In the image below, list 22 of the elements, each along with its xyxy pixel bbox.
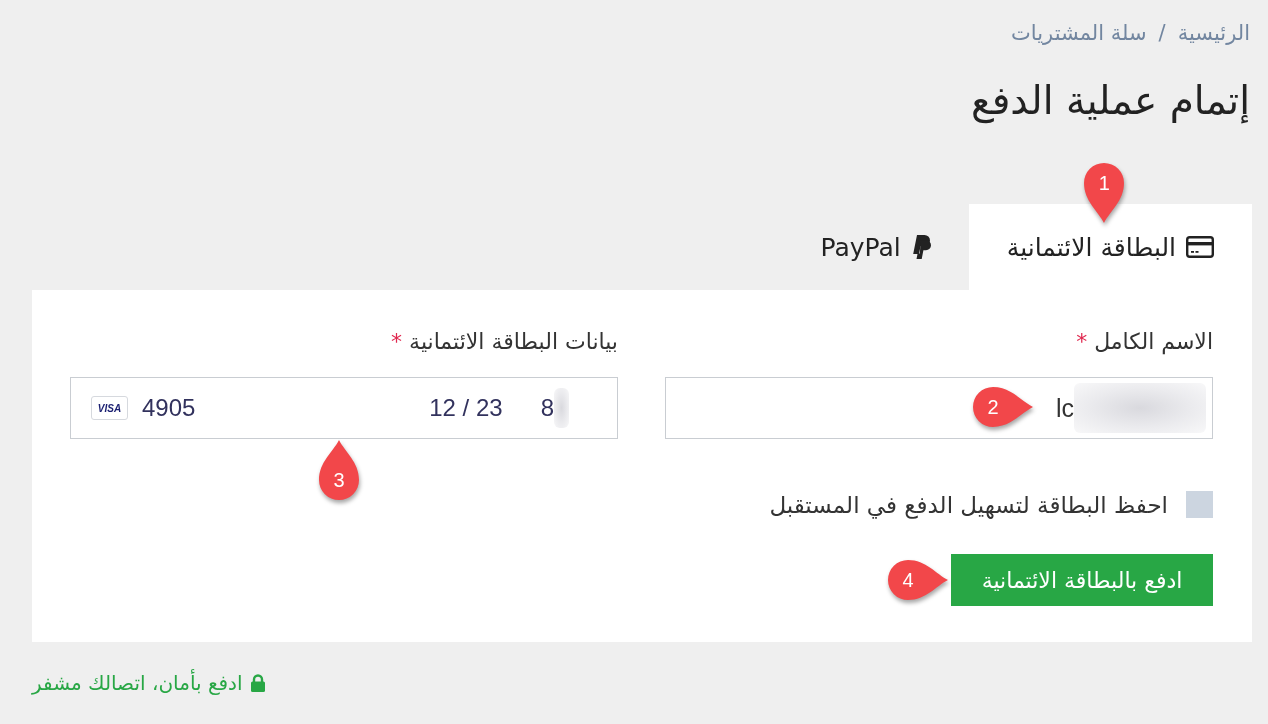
numbered-callout-pin: 2 [971,385,1035,429]
secure-payment-note: ادفع بأمان، اتصالك مشفر [32,668,243,697]
card-brand-logo: VISA [91,396,128,420]
numbered-callout-pin: 1 [1082,161,1127,225]
card-details-field[interactable]: VISA 4905 12 / 23 8 [70,377,618,439]
field-label: الاسم الكامل * [1076,328,1213,357]
paypal-icon [910,235,931,259]
payment-tab[interactable]: PayPal [782,204,969,290]
breadcrumb-separator: / [1158,20,1166,47]
checkbox[interactable] [1186,491,1213,518]
card-number-value: 4905 [142,394,196,422]
expiry-date-value: 12 / 23 [429,394,503,422]
security-code-value: 8 [540,394,554,422]
numbered-callout-pin: 3 [317,438,361,502]
payment-tab[interactable]: البطاقة الائتمانية [968,204,1252,290]
credit-card-icon [1186,236,1214,258]
numbered-callout-pin: 4 [886,558,950,602]
lock-icon [249,674,266,692]
name-value: lc [1055,393,1074,423]
field-label: بيانات البطاقة الائتمانية * [391,328,618,356]
page-title: إتمام عملية الدفع [970,77,1250,126]
checkbox-label: احفظ البطاقة لتسهيل الدفع في المستقبل [769,490,1168,521]
